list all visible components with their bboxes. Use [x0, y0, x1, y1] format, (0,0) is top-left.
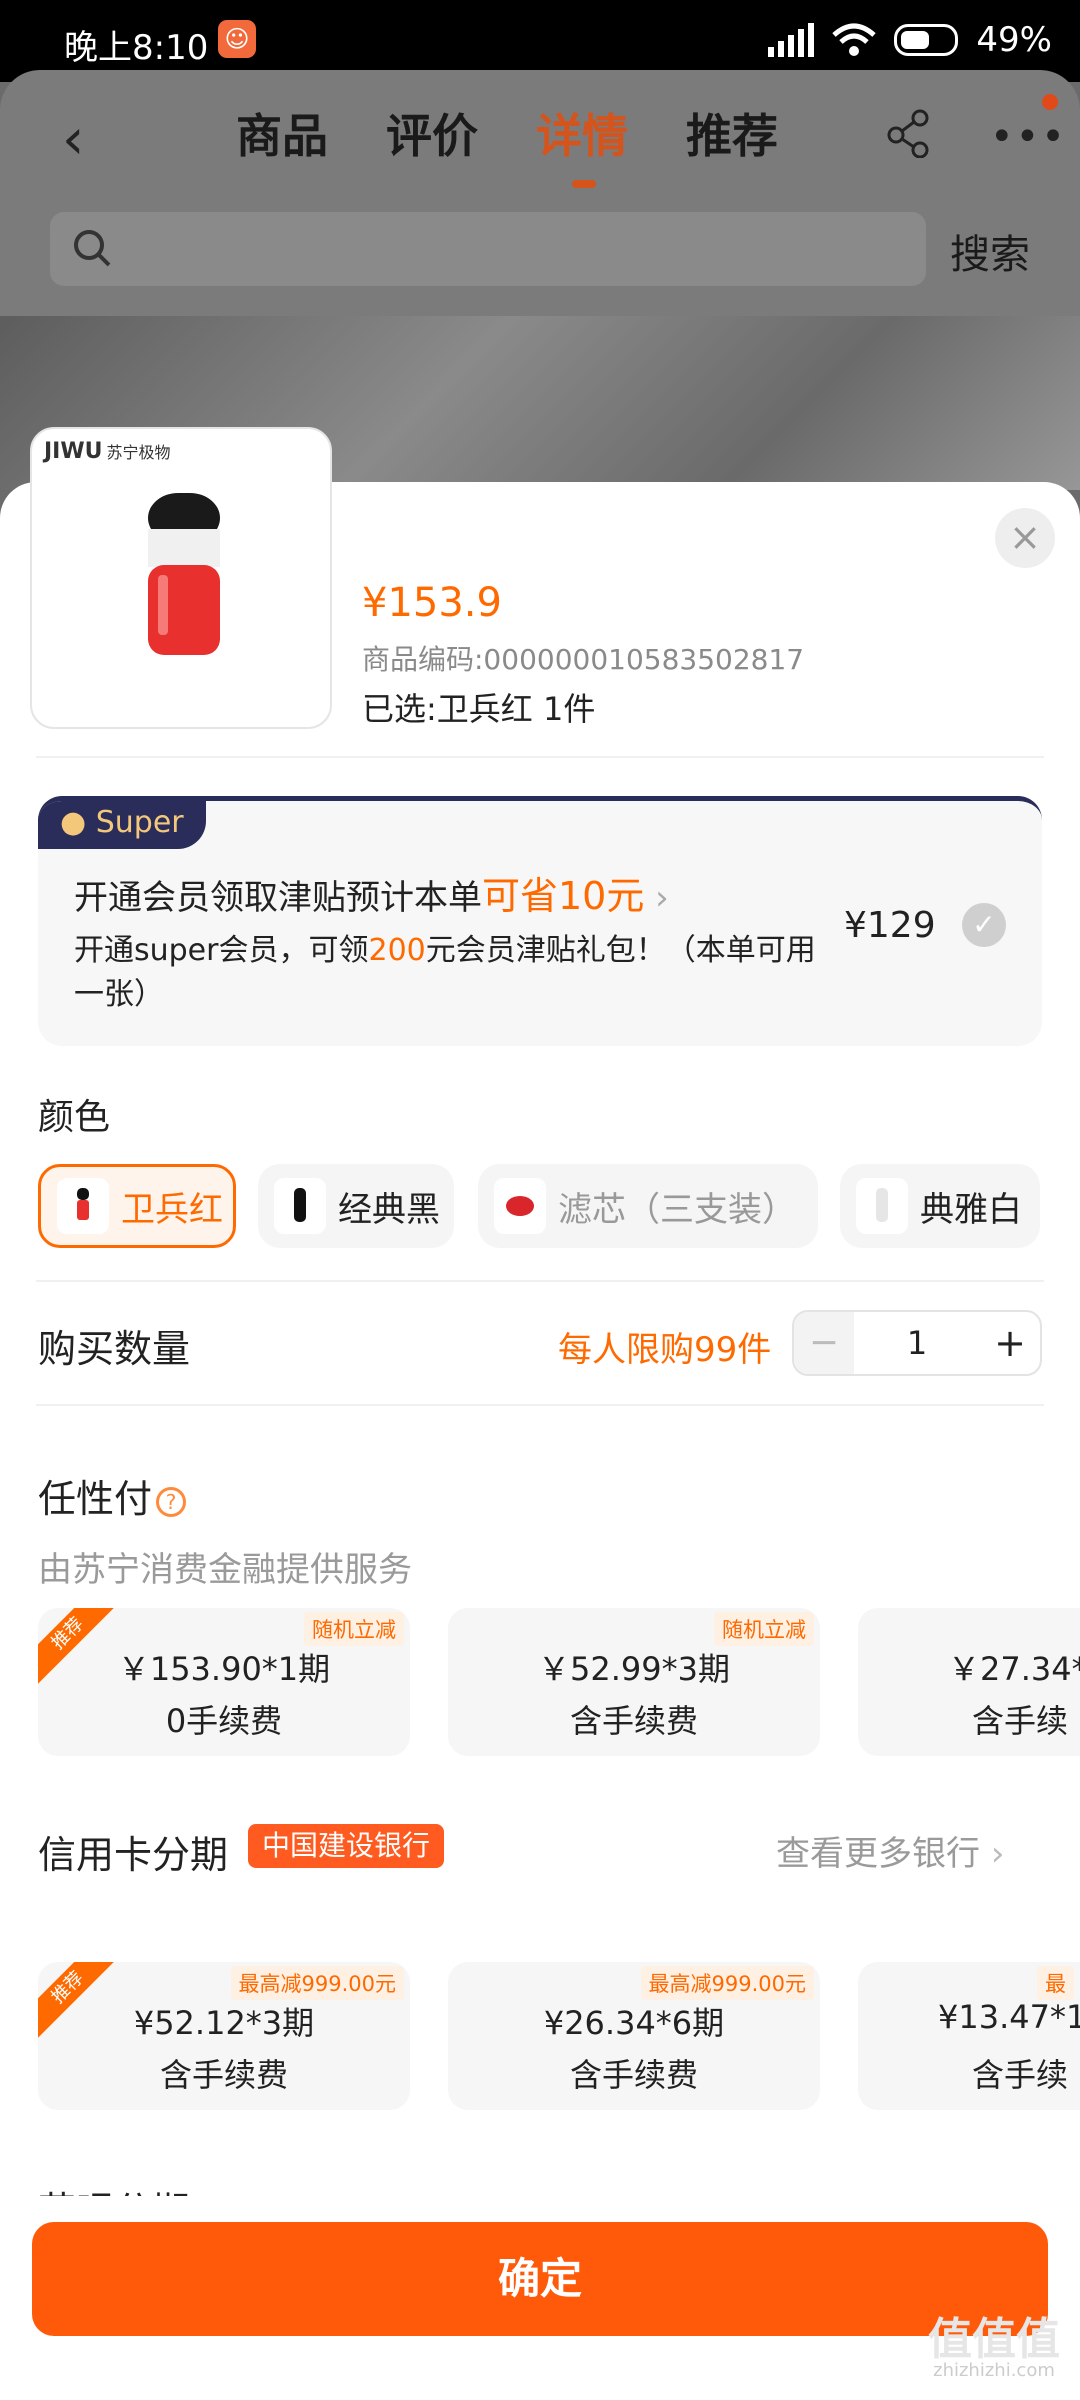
share-icon[interactable] — [884, 108, 934, 158]
decrease-button[interactable]: − — [794, 1312, 854, 1374]
wifi-icon — [832, 23, 877, 56]
battery-percent: 49% — [976, 20, 1052, 60]
divider — [36, 756, 1044, 758]
white-thumb-icon — [856, 1178, 908, 1234]
discount-tag: 最高减999.00元 — [230, 1966, 404, 2000]
purchase-limit: 每人限购99件 — [558, 1330, 772, 1370]
super-member-card[interactable]: ● Super 开通会员领取津贴预计本单可省10元 › 开通super会员，可领… — [38, 796, 1042, 1046]
signal-icon — [768, 23, 815, 57]
installment-card[interactable]: 随机立减 ￥52.99*3期 含手续费 — [448, 1608, 820, 1756]
back-icon[interactable]: ‹ — [62, 112, 84, 168]
plan-fee: 含手续费 — [569, 1702, 698, 1740]
plan-amount: ¥26.34*6期 — [543, 2004, 725, 2042]
status-right: 49% — [768, 20, 1052, 60]
notification-dot — [1042, 94, 1058, 110]
plan-fee: 含手续费 — [569, 2056, 698, 2094]
credit-plan-card[interactable]: 最高减999.00元 ¥26.34*6期 含手续费 — [448, 1962, 820, 2110]
quantity-title: 购买数量 — [38, 1327, 191, 1371]
plan-amount: ￥27.34* — [948, 1650, 1080, 1688]
color-option-red[interactable]: 卫兵红 — [38, 1164, 236, 1248]
color-option-filter[interactable]: 滤芯（三支装） — [478, 1164, 818, 1248]
plan-fee: 含手续 — [972, 2056, 1069, 2094]
super-save-amount: 可省10元 — [482, 874, 645, 918]
discount-tag: 最高减999.00元 — [640, 1966, 814, 2000]
battery-icon — [894, 24, 959, 56]
color-title: 颜色 — [38, 1097, 111, 1138]
help-icon[interactable]: ? — [156, 1486, 187, 1517]
search-icon — [74, 230, 111, 267]
black-thumb-icon — [274, 1178, 326, 1234]
product-thumbnail: JIWU 苏宁极物 — [30, 427, 332, 729]
credit-plan-card[interactable]: 推荐 最高减999.00元 ¥52.12*3期 含手续费 — [38, 1962, 410, 2110]
more-banks-link[interactable]: 查看更多银行 › — [776, 1826, 1004, 1875]
app-notification-icon: ☺ — [218, 20, 256, 58]
filter-thumb-icon — [494, 1178, 546, 1234]
product-image — [148, 493, 220, 655]
divider — [36, 1404, 1044, 1406]
quantity-value[interactable]: 1 — [854, 1324, 980, 1362]
more-icon[interactable]: ••• — [990, 114, 1067, 160]
search-input[interactable] — [50, 212, 926, 286]
product-price: ¥153.9 — [362, 580, 502, 626]
discount-tag: 随机立减 — [304, 1612, 404, 1646]
plan-amount: ¥52.12*3期 — [133, 2004, 315, 2042]
color-option-white[interactable]: 典雅白 — [840, 1164, 1040, 1248]
nav-tabs: 商品 评价 详情 推荐 — [236, 100, 778, 188]
installment-card[interactable]: ￥27.34* 含手续 — [858, 1608, 1080, 1756]
divider — [36, 1280, 1044, 1282]
tab-reviews[interactable]: 评价 — [386, 100, 478, 166]
bank-badge: 中国建设银行 — [248, 1824, 445, 1868]
tab-recommend[interactable]: 推荐 — [686, 100, 778, 166]
color-option-black[interactable]: 经典黑 — [258, 1164, 454, 1248]
credit-plan-card[interactable]: 最 ¥13.47*1 含手续 — [858, 1962, 1080, 2110]
confirm-button[interactable]: 确定 — [32, 2222, 1048, 2336]
tab-details[interactable]: 详情 — [536, 100, 628, 188]
close-button[interactable]: × — [995, 508, 1055, 568]
super-line1: 开通会员领取津贴预计本单可省10元 › — [74, 874, 669, 918]
check-icon[interactable]: ✓ — [962, 903, 1006, 947]
red-thumb-icon — [57, 1178, 109, 1234]
super-badge: ● Super — [38, 801, 206, 849]
increase-button[interactable]: + — [980, 1321, 1040, 1365]
discount-tag: 随机立减 — [714, 1612, 814, 1646]
status-time: 晚上8:10 — [64, 28, 209, 68]
chevron-right-icon: › — [990, 1834, 1005, 1874]
super-price: ¥129 — [844, 905, 936, 946]
discount-tag: 最 — [1037, 1966, 1074, 2000]
product-code: 商品编码:000000010583502817 — [362, 643, 805, 676]
quantity-stepper: − 1 + — [792, 1310, 1042, 1376]
watermark: 值值值 zhizhizhi.com — [928, 2314, 1060, 2381]
plan-fee: 含手续费 — [159, 2056, 288, 2094]
renxingfu-subtitle: 由苏宁消费金融提供服务 — [38, 1550, 412, 1590]
plan-fee: 含手续 — [972, 1702, 1069, 1740]
tab-product[interactable]: 商品 — [236, 100, 328, 166]
sku-sheet — [0, 482, 1080, 2400]
plan-amount: ¥13.47*1 — [938, 1998, 1080, 2036]
plan-amount: ￥52.99*3期 — [538, 1650, 730, 1688]
installment-card[interactable]: 推荐 随机立减 ￥153.90*1期 0手续费 — [38, 1608, 410, 1756]
search-button[interactable]: 搜索 — [950, 222, 1030, 280]
credit-title: 信用卡分期 — [38, 1833, 229, 1877]
renxingfu-title: 任性付? — [38, 1468, 187, 1523]
selected-summary: 已选:卫兵红 1件 — [362, 690, 596, 728]
plan-amount: ￥153.90*1期 — [117, 1650, 331, 1688]
super-line2: 开通super会员，可领200元会员津贴礼包！（本单可用一张） — [74, 933, 816, 1012]
plan-fee: 0手续费 — [165, 1702, 283, 1740]
